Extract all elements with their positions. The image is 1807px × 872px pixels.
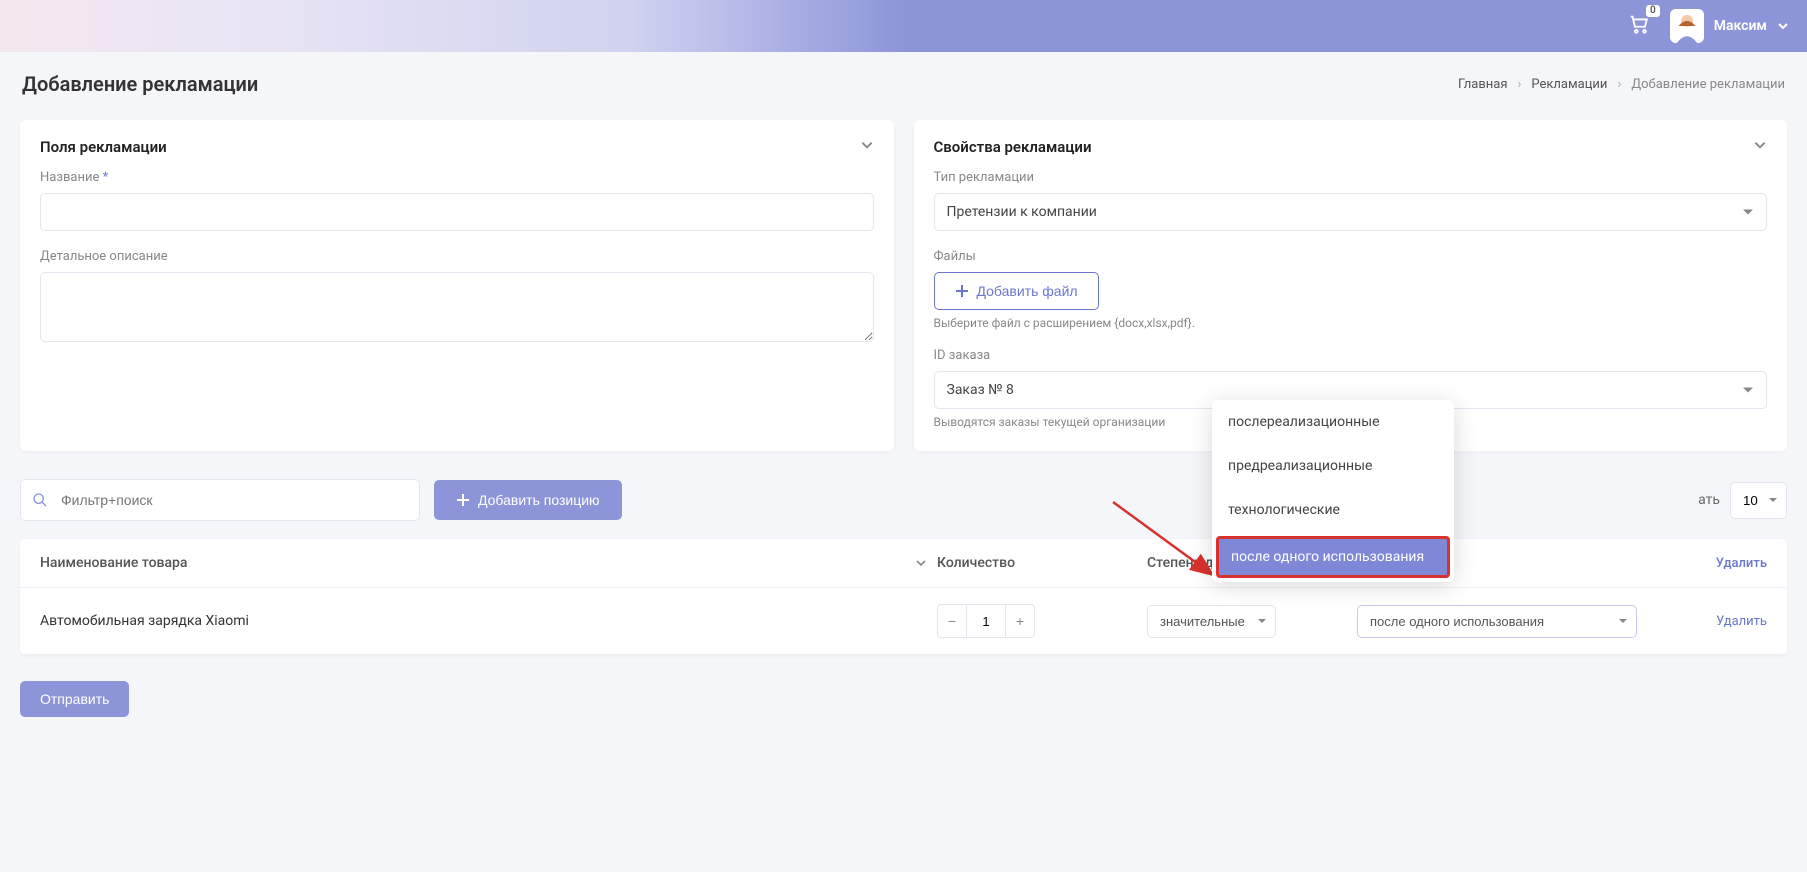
- chevron-down-icon[interactable]: [915, 557, 927, 569]
- submit-button[interactable]: Отправить: [20, 681, 129, 717]
- fields-card-title: Поля рекламации: [40, 138, 167, 156]
- qty-input[interactable]: [966, 605, 1006, 637]
- search-icon: [32, 492, 48, 508]
- username: Максим: [1714, 18, 1767, 34]
- cart-button[interactable]: 0: [1628, 13, 1650, 39]
- collapse-button[interactable]: [860, 138, 874, 156]
- row-delete-link[interactable]: Удалить: [1647, 614, 1767, 629]
- chevron-down-icon: [1777, 20, 1789, 32]
- name-input[interactable]: [40, 193, 874, 231]
- qty-minus-button[interactable]: −: [938, 605, 966, 637]
- chevron-down-icon: [1753, 138, 1767, 152]
- quantity-stepper: − +: [937, 604, 1035, 638]
- desc-label: Детальное описание: [40, 249, 874, 264]
- user-menu[interactable]: Максим: [1670, 9, 1789, 43]
- page-size-select[interactable]: 10: [1730, 482, 1787, 519]
- show-label: ать: [1698, 492, 1720, 508]
- dropdown-option[interactable]: послереализационные: [1212, 400, 1454, 444]
- breadcrumb-reclamations[interactable]: Рекламации: [1531, 77, 1607, 92]
- avatar: [1670, 9, 1704, 43]
- table-row: Автомобильная зарядка Xiaomi − + значите…: [20, 588, 1787, 655]
- cart-badge: 0: [1646, 5, 1660, 17]
- th-delete[interactable]: Удалить: [1647, 556, 1767, 571]
- breadcrumb: Главная › Рекламации › Добавление реклам…: [1458, 77, 1785, 92]
- table-header: Наименование товара Количество Степень д…: [20, 539, 1787, 588]
- page-head: Добавление рекламации Главная › Рекламац…: [20, 72, 1787, 96]
- row-name: Автомобильная зарядка Xiaomi: [40, 613, 927, 629]
- dropdown-option-selected[interactable]: после одного использования: [1216, 536, 1450, 578]
- breadcrumb-home[interactable]: Главная: [1458, 77, 1507, 92]
- stage-dropdown: послереализационные предреализационные т…: [1212, 400, 1454, 582]
- fields-card: Поля рекламации Название * Детальное опи…: [20, 120, 894, 451]
- type-label: Тип рекламации: [934, 170, 1768, 185]
- avatar-icon: [1670, 9, 1704, 43]
- positions-table: Наименование товара Количество Степень д…: [20, 539, 1787, 655]
- chevron-right-icon: ›: [1517, 77, 1521, 92]
- dropdown-option[interactable]: технологические: [1212, 488, 1454, 532]
- search-input[interactable]: [20, 479, 420, 521]
- defect-select[interactable]: значительные: [1147, 605, 1276, 638]
- toolbar: Добавить позицию ать 10: [20, 479, 1787, 521]
- plus-icon: [456, 493, 470, 507]
- breadcrumb-current: Добавление рекламации: [1631, 77, 1785, 92]
- type-select[interactable]: Претензии к компании: [934, 193, 1768, 231]
- chevron-down-icon: [860, 138, 874, 152]
- desc-textarea[interactable]: [40, 272, 874, 342]
- dropdown-option[interactable]: предреализационные: [1212, 444, 1454, 488]
- add-position-button[interactable]: Добавить позицию: [434, 480, 622, 520]
- add-file-button[interactable]: Добавить файл: [934, 272, 1099, 310]
- topbar: 0 Максим: [0, 0, 1807, 52]
- th-qty: Количество: [937, 555, 1137, 571]
- files-hint: Выберите файл с расширением {docx,xlsx,p…: [934, 316, 1768, 330]
- plus-icon: [955, 284, 969, 298]
- th-name: Наименование товара: [40, 555, 187, 571]
- collapse-button[interactable]: [1753, 138, 1767, 156]
- order-label: ID заказа: [934, 348, 1768, 363]
- page-title: Добавление рекламации: [22, 72, 258, 96]
- chevron-right-icon: ›: [1617, 77, 1621, 92]
- stage-select[interactable]: после одного использования: [1357, 605, 1637, 638]
- files-label: Файлы: [934, 249, 1768, 264]
- properties-card-title: Свойства рекламации: [934, 138, 1092, 156]
- qty-plus-button[interactable]: +: [1006, 605, 1034, 637]
- name-label: Название *: [40, 170, 874, 185]
